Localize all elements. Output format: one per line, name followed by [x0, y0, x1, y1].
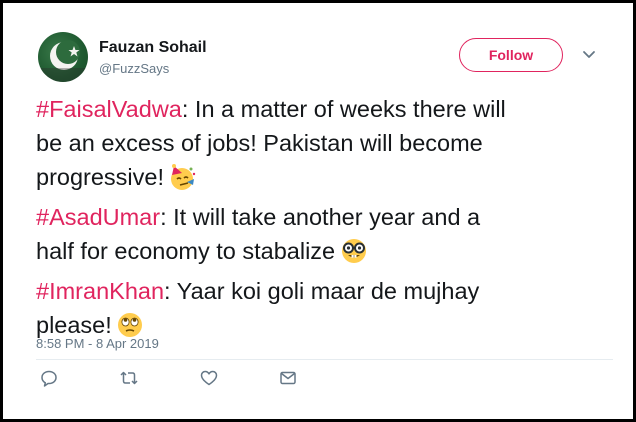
tweet-line: half for economy to stabalize [36, 234, 616, 274]
tweet-line: progressive! [36, 160, 616, 200]
hashtag-link[interactable]: #AsadUmar [36, 204, 160, 230]
tweet-card: Fauzan Sohail @FuzzSays Follow #FaisalVa… [3, 3, 633, 419]
retweet-icon[interactable] [119, 368, 139, 388]
reply-icon[interactable] [39, 368, 59, 388]
hashtag-link[interactable]: #ImranKhan [36, 278, 164, 304]
like-icon[interactable] [199, 368, 219, 388]
display-name[interactable]: Fauzan Sohail [99, 39, 207, 57]
tweet-line: #ImranKhan: Yaar koi goli maar de mujhay [36, 278, 480, 304]
user-handle[interactable]: @FuzzSays [99, 61, 169, 76]
follow-button[interactable]: Follow [459, 38, 563, 72]
tweet-timestamp[interactable]: 8:58 PM - 8 Apr 2019 [36, 336, 159, 351]
hashtag-link[interactable]: #FaisalVadwa [36, 96, 182, 122]
tweet-line: #FaisalVadwa: In a matter of weeks there… [36, 96, 506, 122]
tweet-line: #AsadUmar: It will take another year and… [36, 204, 481, 230]
tweet-text: #FaisalVadwa: In a matter of weeks there… [36, 92, 616, 348]
tweet-line: be an excess of jobs! Pakistan will beco… [36, 130, 483, 156]
message-icon[interactable] [278, 368, 298, 388]
avatar[interactable] [38, 32, 88, 82]
party-face-emoji [168, 163, 196, 200]
crescent-star-icon [38, 40, 88, 82]
chevron-down-icon[interactable] [581, 48, 597, 62]
divider [36, 359, 613, 360]
nerd-face-emoji [339, 237, 369, 274]
